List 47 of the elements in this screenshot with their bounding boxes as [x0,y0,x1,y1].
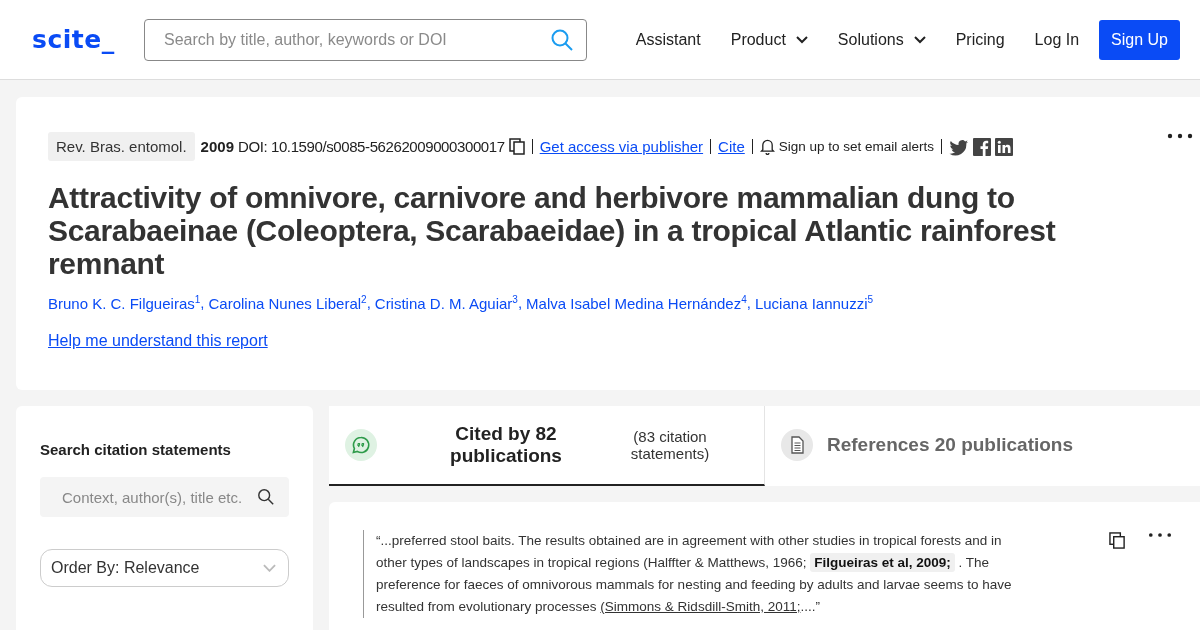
article-title: Attractivity of omnivore, carnivore and herbivore mammalian dung to Scarabaeinae (Coleoptera, Scarabaeidae) in a tropical Atlantic rainforest remnant [48,181,1057,280]
author-link[interactable]: Luciana Iannuzzi$^{5}$ [754,294,874,312]
bell-icon[interactable] [759,138,775,155]
author-link[interactable]: Malva Isabel Medina Hernández$^{4}$ [526,294,747,312]
doi-text: DOI: 10.1590/s0085-56262009000300017 [238,138,505,155]
order-dropdown[interactable]: Order By: Relevance [40,549,289,587]
separator-text: , [366,294,371,312]
tab[interactable]: References 20 publications [765,406,1090,486]
sidebar-heading: Search citation statements [40,441,232,458]
linkedin-icon[interactable] [995,137,1014,156]
help-link[interactable]: Help me understand this report [48,332,268,350]
author-link[interactable]: Bruno K. C. Filgueiras$^{1}$ [48,294,201,312]
cite-link[interactable]: Cite [718,138,745,155]
caret-icon [795,35,808,44]
more-icon[interactable] [1148,532,1172,538]
nav-dropdown[interactable]: Solutions [837,30,926,49]
speech-bubble-icon [345,429,377,461]
search-bar[interactable]: Search by title, author, keywords or DOI [144,18,587,61]
chevron-icon [263,564,276,572]
nav-link[interactable]: Log In [1034,30,1080,49]
reference-link[interactable]: (Simmons & Ridsdill-Smith, 2011; [600,599,801,614]
search-field[interactable]: Context, author(s), title etc. [60,487,257,507]
facebook-icon[interactable] [973,137,992,156]
author-link[interactable]: Carolina Nunes Liberal$^{2}$ [208,294,367,312]
document-icon [781,429,813,461]
separator-text: , [517,294,523,312]
citation-quote: “...preferred stool baits. The results obtained are in agreement with other studies in tropical forests and in other types of landscapes in tropical regions (Halffter & Matthews, 1966; Filgueiras et al, 2009; . The preference for faeces of omnivorous mammals for nesting and feeding by adults and larvae seems to have resulted from evolutionary processes (Simmons & Ridsdill-Smith, 2011;....” [363,530,1015,618]
sign-up-button[interactable]: Sign Up [1099,19,1180,60]
nav-link[interactable]: Pricing [955,30,1005,49]
search-bar[interactable]: Context, author(s), title etc. [40,477,289,517]
twitter-icon[interactable] [949,137,970,156]
separator-text: , [746,294,751,312]
separator-text: , [200,294,205,312]
tab[interactable]: Cited by 82 publications (83 citation statements) [329,406,765,486]
journal-tag: Rev. Bras. entomol. [48,132,195,161]
caret-icon [913,35,926,44]
nav-dropdown[interactable]: Product [730,30,808,49]
email-alerts-link[interactable]: Sign up to set email alerts [778,139,935,154]
more-icon[interactable] [1167,133,1193,139]
author-link[interactable]: Cristina D. M. Aguiar$^{3}$ [374,294,518,312]
copy-icon[interactable] [1109,532,1126,549]
nav-link[interactable]: Assistant [635,30,701,49]
publication-year: 2009 [200,138,234,155]
copy-icon[interactable] [508,138,525,155]
access-link[interactable]: Get access via publisher [539,138,704,155]
logo[interactable]: scite_ [32,25,144,54]
search-icon[interactable] [257,488,275,506]
